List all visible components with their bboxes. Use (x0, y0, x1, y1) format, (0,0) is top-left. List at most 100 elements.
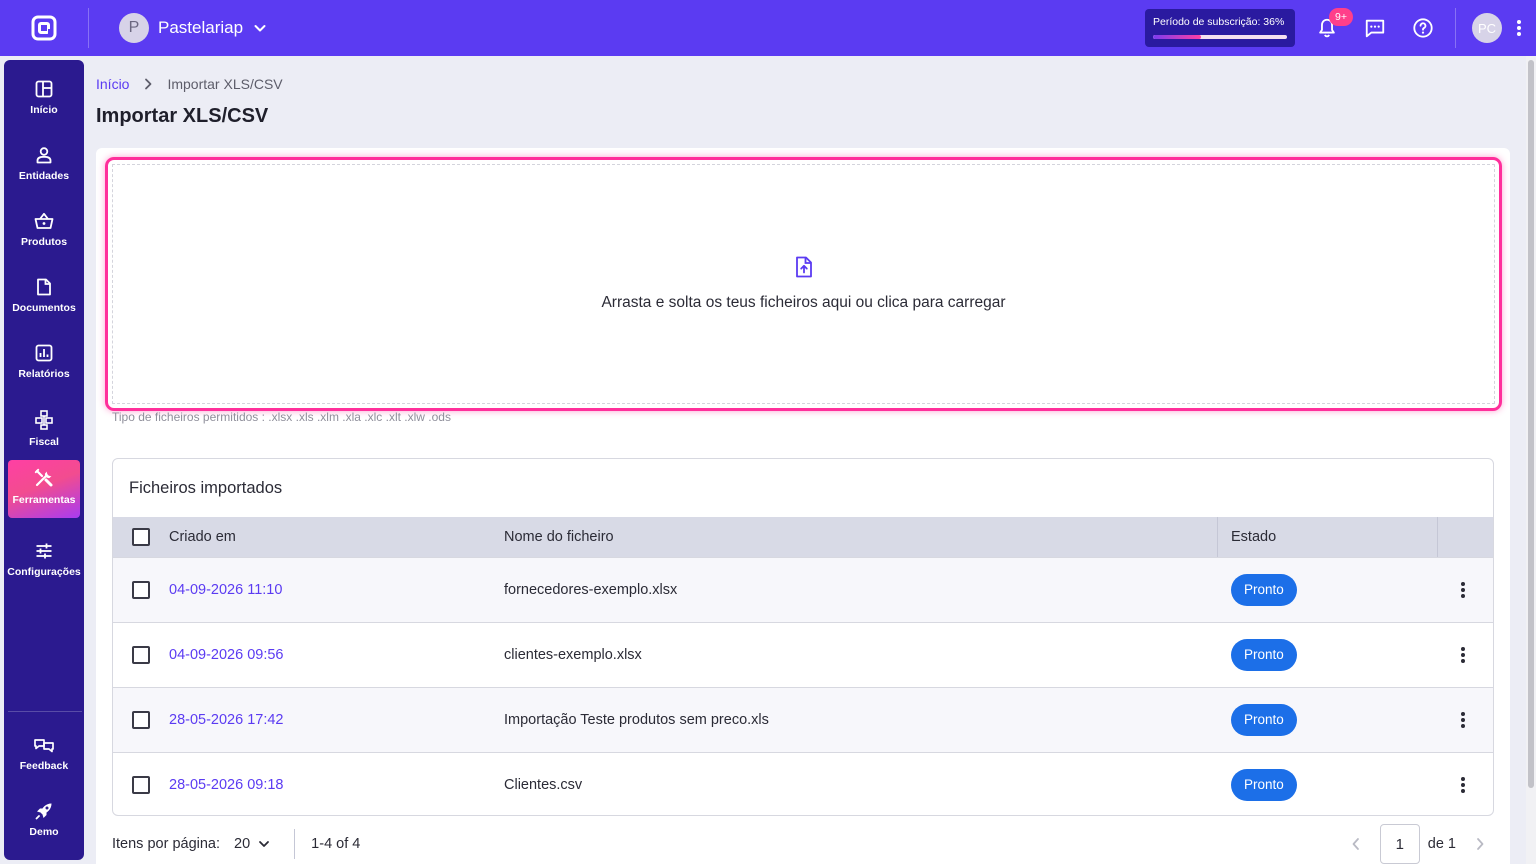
user-avatar[interactable]: PC (1472, 13, 1502, 43)
sidebar-item-documentos[interactable]: Documentos (8, 270, 80, 328)
company-avatar: P (119, 13, 149, 43)
sidebar-divider (8, 711, 82, 712)
company-selector[interactable]: P Pastelariap (119, 13, 267, 43)
sidebar-item-relatorios[interactable]: Relatórios (8, 336, 80, 394)
header-state: Estado (1231, 529, 1277, 545)
row-menu-button[interactable] (1451, 769, 1475, 801)
rocket-icon (35, 803, 52, 820)
breadcrumb: Início Importar XLS/CSV (96, 76, 283, 92)
file-dropzone[interactable]: Arrasta e solta os teus ficheiros aqui o… (105, 157, 1502, 411)
sidebar-item-label: Fiscal (29, 436, 59, 448)
row-checkbox[interactable] (132, 776, 150, 794)
paginator-range: 1-4 of 4 (311, 836, 361, 852)
table-row: 04-09-2026 11:10 fornecedores-exemplo.xl… (113, 557, 1493, 622)
table-header-row: Criado em Nome do ficheiro Estado (113, 517, 1493, 557)
chevron-right-icon (1477, 838, 1484, 850)
items-per-page-value: 20 (234, 836, 251, 852)
row-checkbox[interactable] (132, 711, 150, 729)
sidebar-item-label: Entidades (18, 170, 70, 182)
sidebar-item-ferramentas[interactable]: Ferramentas (8, 460, 80, 518)
row-checkbox-cell (113, 646, 169, 664)
row-created-link[interactable]: 04-09-2026 09:56 (169, 647, 284, 663)
top-bar: P Pastelariap Período de subscrição: 36%… (0, 0, 1536, 56)
imported-files-table: Ficheiros importados Criado em Nome do f… (112, 458, 1494, 816)
table-row: 28-05-2026 17:42 Importação Teste produt… (113, 687, 1493, 752)
file-dropzone-area: Arrasta e solta os teus ficheiros aqui o… (112, 164, 1495, 404)
sidebar: Início Entidades Produtos Documentos Rel… (4, 60, 84, 860)
table-row: 28-05-2026 09:18 Clientes.csv Pronto (113, 752, 1493, 815)
chat-icon (1365, 19, 1385, 38)
document-icon (37, 278, 51, 296)
app-logo[interactable] (0, 0, 88, 56)
help-icon (1413, 18, 1433, 38)
chevron-left-icon (1352, 838, 1359, 850)
scrollbar-thumb[interactable] (1528, 60, 1534, 788)
kebab-icon (1461, 777, 1465, 793)
dropzone-text: Arrasta e solta os teus ficheiros aqui o… (601, 294, 1006, 311)
paginator-controls: 1 de 1 (1342, 824, 1494, 864)
items-per-page-label: Itens por página: (112, 836, 221, 852)
messages-button[interactable] (1351, 0, 1399, 56)
row-created-link[interactable]: 28-05-2026 17:42 (169, 712, 284, 728)
breadcrumb-home-link[interactable]: Início (96, 76, 129, 92)
row-menu-button[interactable] (1451, 704, 1475, 736)
chart-icon (35, 344, 53, 362)
basket-icon (34, 212, 54, 229)
hierarchy-icon (35, 410, 53, 430)
row-filename: Clientes.csv (504, 777, 583, 793)
header-filename: Nome do ficheiro (504, 529, 614, 545)
notifications-button[interactable]: 9+ (1303, 0, 1353, 56)
kebab-icon (1461, 647, 1465, 663)
kebab-icon (1461, 712, 1465, 728)
sidebar-item-label: Início (30, 104, 58, 116)
sidebar-item-label: Configurações (7, 566, 81, 578)
import-card: Arrasta e solta os teus ficheiros aqui o… (96, 148, 1510, 864)
person-icon (36, 147, 52, 164)
page-scrollbar[interactable] (1526, 56, 1536, 864)
chevron-down-icon (259, 841, 270, 847)
page-number-input[interactable]: 1 (1379, 824, 1420, 864)
subscription-progress-fill (1153, 35, 1202, 39)
dashboard-icon (35, 80, 53, 98)
previous-page-button[interactable] (1342, 830, 1370, 858)
items-per-page-select[interactable]: 20 (234, 836, 270, 852)
kebab-icon (1461, 582, 1465, 598)
sidebar-item-demo[interactable]: Demo (8, 794, 80, 852)
header-divider (1217, 517, 1218, 557)
sidebar-item-label: Produtos (20, 236, 68, 248)
help-button[interactable] (1399, 0, 1447, 56)
sidebar-item-feedback[interactable]: Feedback (8, 728, 80, 786)
row-created-link[interactable]: 04-09-2026 11:10 (169, 582, 282, 598)
table-title: Ficheiros importados (129, 478, 283, 497)
sidebar-item-fiscal[interactable]: Fiscal (8, 402, 80, 460)
next-page-button[interactable] (1466, 830, 1494, 858)
more-options-button[interactable] (1502, 0, 1536, 56)
select-all-checkbox[interactable] (132, 528, 150, 546)
header-divider (1437, 517, 1438, 557)
row-filename: fornecedores-exemplo.xlsx (504, 582, 678, 598)
chevron-right-icon (143, 78, 153, 90)
row-checkbox[interactable] (132, 581, 150, 599)
subscription-label: Período de subscrição: 36% (1153, 16, 1285, 28)
breadcrumb-current: Importar XLS/CSV (167, 76, 283, 92)
upload-file-icon (794, 256, 814, 278)
sidebar-item-produtos[interactable]: Produtos (8, 204, 80, 262)
row-filename: clientes-exemplo.xlsx (504, 647, 642, 663)
row-checkbox-cell (113, 581, 169, 599)
subscription-period[interactable]: Período de subscrição: 36% (1145, 9, 1295, 47)
sidebar-item-label: Relatórios (18, 368, 70, 380)
header-checkbox-cell (113, 528, 169, 546)
row-checkbox[interactable] (132, 646, 150, 664)
sidebar-item-label: Ferramentas (12, 494, 76, 506)
sidebar-item-configuracoes[interactable]: Configurações (7, 534, 81, 592)
sidebar-item-entidades[interactable]: Entidades (8, 138, 80, 196)
header-created: Criado em (169, 529, 236, 545)
topbar-divider (1455, 8, 1456, 48)
sidebar-item-inicio[interactable]: Início (8, 72, 80, 130)
row-created-link[interactable]: 28-05-2026 09:18 (169, 777, 284, 793)
row-menu-button[interactable] (1451, 639, 1475, 671)
row-menu-button[interactable] (1451, 574, 1475, 606)
tools-icon (34, 468, 53, 487)
subscription-progress-bar (1153, 35, 1287, 39)
chevron-down-icon (253, 21, 267, 35)
